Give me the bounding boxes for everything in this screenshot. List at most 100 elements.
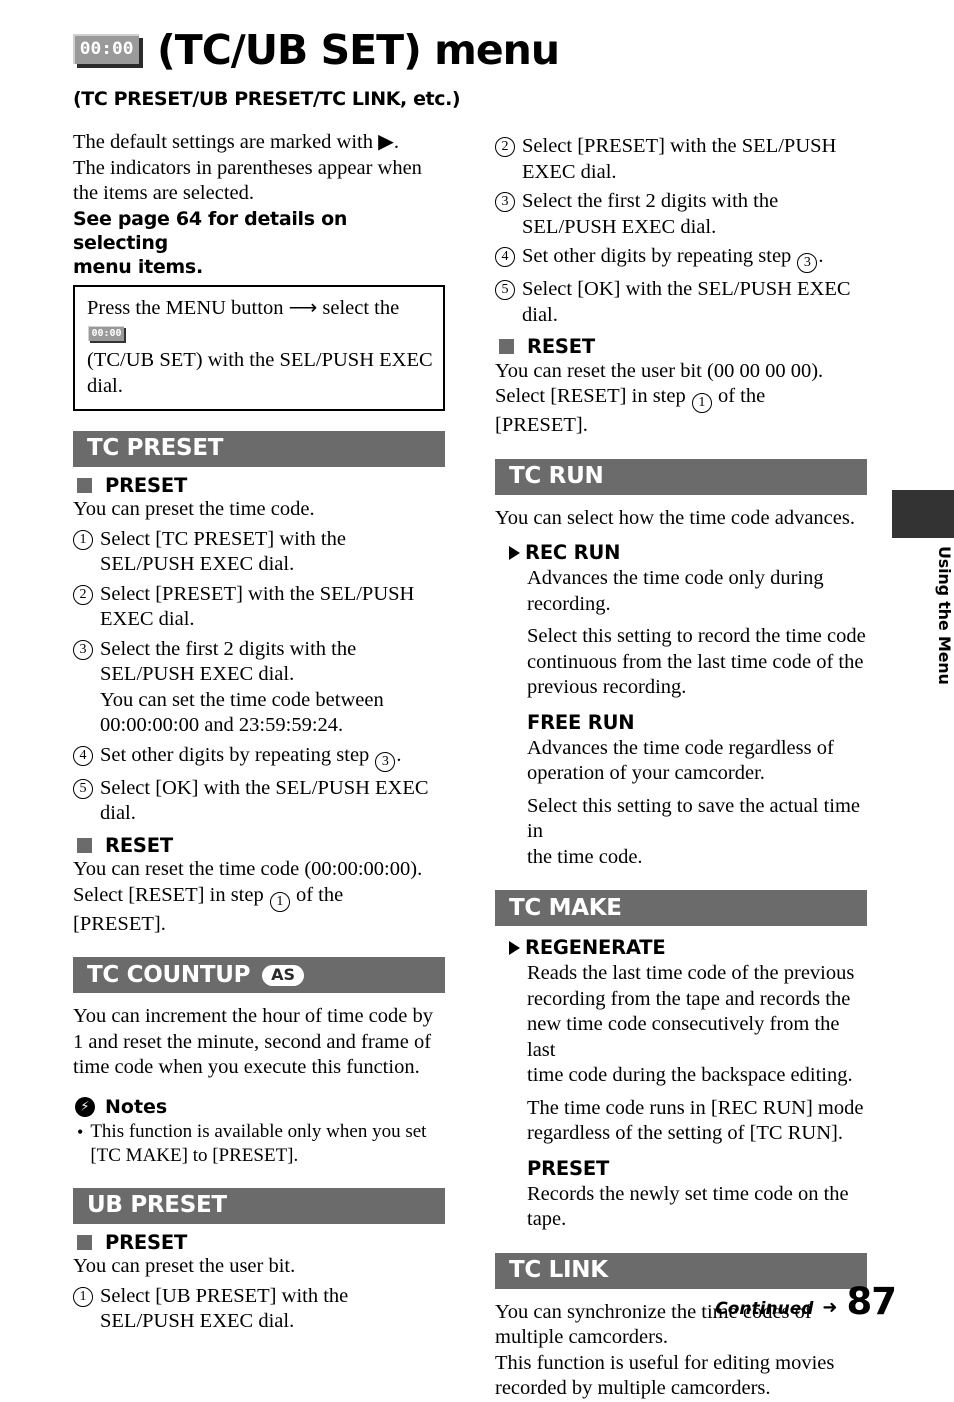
section-header-tc-make: TC MAKE bbox=[495, 890, 867, 926]
continued-arrow-icon: ➜ bbox=[822, 1297, 838, 1318]
subheader-tc-preset-preset: PRESET bbox=[77, 473, 445, 497]
regen-b1-l2: recording from the tape and records the bbox=[527, 987, 851, 1010]
note-item: • This function is available only when y… bbox=[77, 1120, 445, 1168]
subheader-label: RESET bbox=[527, 335, 596, 358]
option-header-preset: PRESET bbox=[527, 1157, 867, 1180]
tc-link-line-4: recorded by multiple camcorders. bbox=[495, 1377, 771, 1399]
tc-icon-digits: 00:00 bbox=[80, 39, 134, 59]
free-run-b2-l1: Select this setting to save the actual t… bbox=[527, 794, 861, 843]
step-number: 3 bbox=[495, 192, 515, 212]
tc-reset-line-1: You can reset the time code (00:00:00:00… bbox=[73, 858, 423, 880]
regen-b2-l1: The time code runs in [REC RUN] mode bbox=[527, 1096, 864, 1119]
step-number: 2 bbox=[73, 584, 93, 605]
section-title-tc-countup: TC COUNTUP bbox=[87, 961, 251, 988]
step-item: 4 Set other digits by repeating step 3. bbox=[495, 244, 867, 273]
menu-path-part-2: select the bbox=[322, 296, 400, 319]
page-subtitle: (TC PRESET/UB PRESET/TC LINK, etc.) bbox=[73, 88, 461, 110]
tc-link-line-3: This function is useful for editing movi… bbox=[495, 1351, 835, 1374]
page-title: (TC/UB SET) menu bbox=[157, 26, 560, 74]
rec-run-body-2: Select this setting to record the time c… bbox=[527, 624, 867, 701]
rec-run-b2-l1: Select this setting to record the time c… bbox=[527, 625, 866, 647]
ub-reset-line-1: You can reset the user bit (00 00 00 00)… bbox=[495, 359, 824, 382]
section-header-tc-countup: TC COUNTUP AS bbox=[73, 957, 445, 993]
step-item: 5 Select [OK] with the SEL/PUSH EXEC dia… bbox=[495, 277, 867, 328]
right-column: 2 Select [PRESET] with the SEL/PUSH EXEC… bbox=[495, 130, 867, 1402]
rec-run-b1-l1: Advances the time code only during bbox=[527, 567, 824, 589]
step-reference-number: 1 bbox=[691, 393, 712, 413]
step-item: 2 Select [PRESET] with the SEL/PUSH EXEC… bbox=[73, 582, 445, 633]
menu-path-box: Press the MENU button ⟶ select the 00:00… bbox=[73, 284, 445, 411]
step-text: Set other digits by repeating step 3. bbox=[522, 244, 824, 273]
intro-line-3: the items are selected. bbox=[73, 182, 254, 204]
regen-b2-l2: regardless of the setting of [TC RUN]. bbox=[527, 1122, 843, 1144]
note-text: This function is available only when you… bbox=[90, 1120, 426, 1168]
tc-countup-line-2: 1 and reset the minute, second and frame… bbox=[73, 1030, 432, 1053]
section-title-tc-make: TC MAKE bbox=[509, 894, 622, 921]
continued-label: Continued bbox=[715, 1299, 814, 1319]
menu-path-line-3: dial. bbox=[87, 374, 123, 397]
manual-page: 00:00 (TC/UB SET) menu (TC PRESET/UB PRE… bbox=[0, 0, 954, 1399]
tc-ub-set-icon: 00:00 bbox=[73, 33, 143, 68]
ub-preset-intro: You can preset the user bit. bbox=[73, 1255, 296, 1277]
square-bullet-icon bbox=[77, 1234, 92, 1250]
make-preset-l2: tape. bbox=[527, 1208, 567, 1230]
regen-b1-l1: Reads the last time code of the previous bbox=[527, 962, 855, 984]
step-text: Select [OK] with the SEL/PUSH EXEC dial. bbox=[100, 776, 429, 825]
option-header-rec-run: REC RUN bbox=[509, 541, 867, 564]
option-label: REGENERATE bbox=[525, 936, 666, 959]
section-title-tc-preset: TC PRESET bbox=[87, 435, 224, 461]
free-run-body-1: Advances the time code regardless of ope… bbox=[527, 736, 867, 787]
bullet-icon: • bbox=[77, 1121, 84, 1142]
option-label: REC RUN bbox=[525, 541, 621, 564]
subheader-label: RESET bbox=[105, 833, 174, 857]
tc-reset-line-3: [PRESET]. bbox=[73, 912, 166, 935]
free-run-b2-l2: the time code. bbox=[527, 845, 643, 868]
as-badge: AS bbox=[262, 964, 305, 986]
step-text: Select the first 2 digits with the SEL/P… bbox=[100, 637, 357, 686]
step-number: 5 bbox=[73, 778, 93, 799]
section-header-ub-preset: UB PRESET bbox=[73, 1187, 445, 1224]
rec-run-b2-l2: continuous from the last time code of th… bbox=[527, 650, 864, 673]
square-bullet-icon bbox=[499, 339, 514, 355]
rec-run-body-1: Advances the time code only during recor… bbox=[527, 566, 867, 617]
step-reference-number: 3 bbox=[375, 751, 396, 772]
tc-make-preset-body: Records the newly set time code on the t… bbox=[527, 1182, 867, 1233]
page-footer: Continued ➜ 87 bbox=[715, 1280, 897, 1323]
step-text: Select [OK] with the SEL/PUSH EXEC dial. bbox=[522, 278, 851, 326]
regen-b1-l3: new time code consecutively from the las… bbox=[527, 1013, 840, 1061]
notes-header: Notes bbox=[75, 1096, 445, 1118]
step-reference-number: 1 bbox=[269, 891, 290, 912]
step-item: 5 Select [OK] with the SEL/PUSH EXEC dia… bbox=[73, 776, 445, 827]
tc-run-intro: You can select how the time code advance… bbox=[495, 506, 855, 529]
step-item: 1 Select [UB PRESET] with the SEL/PUSH E… bbox=[73, 1284, 445, 1335]
inline-icon-digits: 00:00 bbox=[91, 327, 122, 339]
tc-reset-line-2: Select [RESET] in step 1 of the bbox=[73, 883, 445, 912]
subheader-label: PRESET bbox=[105, 473, 188, 497]
page-number: 87 bbox=[846, 1280, 897, 1323]
regenerate-body-2: The time code runs in [REC RUN] mode reg… bbox=[527, 1096, 867, 1147]
step-number: 5 bbox=[495, 280, 515, 300]
right-arrow-icon: ⟶ bbox=[288, 296, 318, 319]
subheader-ub-preset-reset: RESET bbox=[499, 337, 867, 357]
see-page-line-2: menu items. bbox=[73, 255, 203, 278]
free-run-body-2: Select this setting to save the actual t… bbox=[527, 794, 867, 871]
step-4-pre: Set other digits by repeating step bbox=[522, 245, 792, 267]
step-4-post: . bbox=[818, 245, 824, 267]
section-title-tc-run: TC RUN bbox=[509, 463, 604, 489]
step-text: Select [UB PRESET] with the SEL/PUSH EXE… bbox=[100, 1284, 349, 1333]
left-column: The default settings are marked with ▶. … bbox=[73, 130, 445, 1335]
tc-countup-line-1: You can increment the hour of time code … bbox=[73, 1005, 433, 1027]
step-item: 4 Set other digits by repeating step 3. bbox=[73, 743, 445, 772]
regenerate-body-1: Reads the last time code of the previous… bbox=[527, 961, 867, 1089]
note-line-1: This function is available only when you… bbox=[90, 1120, 427, 1142]
make-preset-l1: Records the newly set time code on the bbox=[527, 1182, 849, 1205]
step-number: 3 bbox=[73, 639, 93, 660]
see-page-line-1: See page 64 for details on selecting bbox=[73, 207, 348, 254]
tc-countup-line-3: time code when you execute this function… bbox=[73, 1056, 420, 1078]
regen-b1-l4: time code during the backspace editing. bbox=[527, 1064, 853, 1086]
step-item: 2 Select [PRESET] with the SEL/PUSH EXEC… bbox=[495, 134, 867, 185]
tc-preset-intro: You can preset the time code. bbox=[73, 498, 315, 520]
default-marker-triangle-icon bbox=[509, 545, 520, 560]
section-header-tc-preset: TC PRESET bbox=[73, 430, 445, 467]
intro-line-2: The indicators in parentheses appear whe… bbox=[73, 156, 422, 179]
